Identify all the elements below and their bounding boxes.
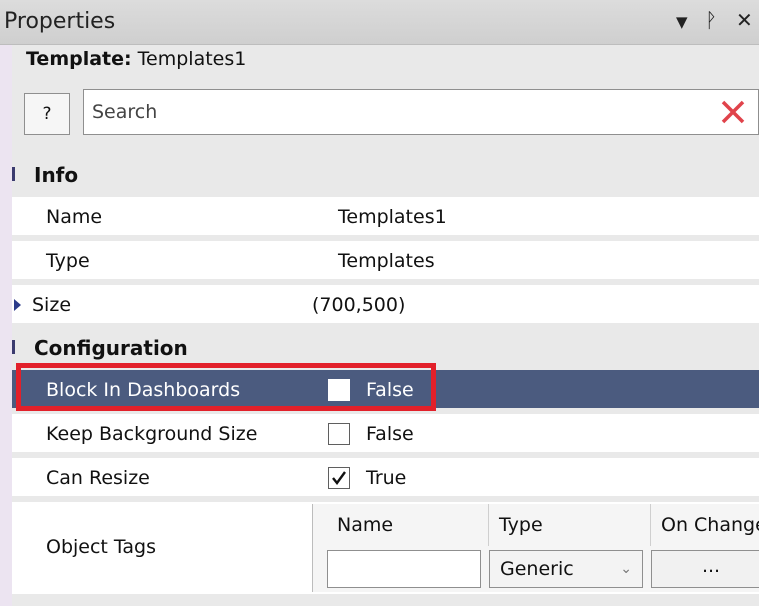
- property-value: (700,500): [312, 294, 406, 316]
- object-tags-grid: Name Type On Change Generic ⌄ ...: [312, 504, 759, 592]
- column-header-type[interactable]: Type: [489, 504, 651, 546]
- property-name: Can Resize: [46, 467, 150, 489]
- can-resize-checkbox[interactable]: [328, 467, 350, 489]
- section-marker-icon: [12, 167, 15, 181]
- property-row-type[interactable]: Type Templates: [12, 239, 759, 279]
- section-configuration-label: Configuration: [34, 336, 188, 360]
- section-configuration[interactable]: Configuration: [12, 328, 759, 368]
- left-edge-strip: [0, 0, 12, 606]
- section-info[interactable]: Info: [12, 155, 759, 195]
- column-header-on-change[interactable]: On Change: [651, 504, 759, 546]
- template-value: Templates1: [137, 48, 247, 70]
- column-header-name[interactable]: Name: [327, 504, 489, 546]
- tag-type-value: Generic: [500, 558, 574, 580]
- template-header: Template: Templates1: [26, 48, 246, 70]
- property-name: Object Tags: [46, 536, 156, 558]
- pin-icon[interactable]: ᚹ: [705, 8, 717, 32]
- properties-title-bar: Properties ▼ ᚹ ✕: [0, 0, 759, 45]
- panel-title: Properties: [4, 9, 116, 34]
- template-label: Template:: [26, 48, 132, 70]
- tag-type-select[interactable]: Generic ⌄: [489, 550, 643, 588]
- expand-arrow-icon[interactable]: [14, 299, 21, 311]
- property-row-object-tags: Object Tags Name Type On Change Generic …: [12, 502, 759, 594]
- dropdown-menu-icon[interactable]: ▼: [676, 13, 688, 31]
- clear-search-icon[interactable]: [718, 97, 748, 127]
- search-input[interactable]: [90, 96, 694, 128]
- property-name: Name: [46, 206, 103, 228]
- chevron-down-icon: ⌄: [620, 561, 632, 577]
- property-row-name[interactable]: Name Templates1: [12, 195, 759, 235]
- property-value: Templates1: [338, 206, 447, 228]
- checkbox-value-text: False: [366, 423, 414, 445]
- property-row-size[interactable]: Size (700,500): [12, 283, 759, 323]
- on-change-ellipsis-button[interactable]: ...: [651, 550, 759, 588]
- property-row-block-in-dashboards[interactable]: Block In Dashboards False: [12, 368, 759, 408]
- checkbox-value-text: True: [366, 467, 407, 489]
- property-row-can-resize[interactable]: Can Resize True: [12, 456, 759, 496]
- tag-name-input[interactable]: [327, 550, 481, 588]
- keep-background-size-checkbox[interactable]: [328, 423, 350, 445]
- block-in-dashboards-checkbox[interactable]: [328, 379, 350, 401]
- property-name: Type: [46, 250, 90, 272]
- checkmark-icon: [332, 471, 346, 485]
- section-info-label: Info: [34, 163, 79, 187]
- close-icon[interactable]: ✕: [736, 8, 753, 32]
- search-box[interactable]: [83, 89, 759, 135]
- property-name: Keep Background Size: [46, 423, 258, 445]
- property-name: Size: [32, 294, 72, 316]
- section-marker-icon: [12, 340, 15, 354]
- property-name: Block In Dashboards: [46, 379, 241, 401]
- checkbox-value-text: False: [366, 379, 414, 401]
- panel-bottom-strip: [12, 594, 759, 606]
- property-row-keep-background-size[interactable]: Keep Background Size False: [12, 412, 759, 452]
- help-button[interactable]: ?: [24, 93, 70, 135]
- property-value: Templates: [338, 250, 435, 272]
